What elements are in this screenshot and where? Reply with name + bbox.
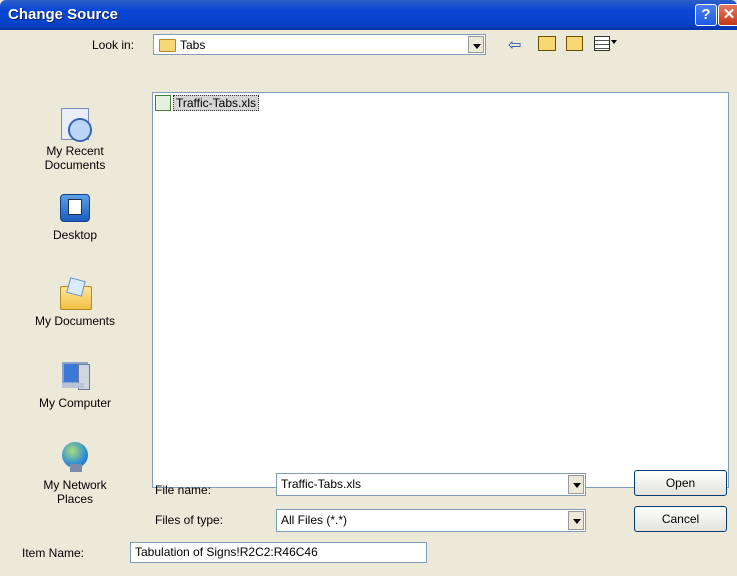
excel-file-icon [155,95,171,111]
chevron-down-icon[interactable] [568,475,584,494]
title-bar: Change Source ? ✕ [0,0,737,30]
close-button[interactable]: ✕ [718,4,737,26]
place-my-documents[interactable]: My Documents [5,276,145,328]
desktop-icon [58,190,92,224]
place-label: My Documents [34,314,116,328]
chevron-down-icon[interactable] [611,40,617,44]
chevron-down-icon[interactable] [468,36,484,53]
up-folder-icon[interactable] [538,36,556,51]
place-label: My Computer [38,396,112,410]
new-folder-icon[interactable] [566,36,583,51]
window-title: Change Source [8,6,119,23]
file-item[interactable]: Traffic-Tabs.xls [155,95,260,111]
item-name-field[interactable]: Tabulation of Signs!R2C2:R46C46 [130,542,427,563]
file-list[interactable]: Traffic-Tabs.xls [152,92,729,488]
files-of-type-value: All Files (*.*) [281,513,348,527]
file-name-label: File name: [155,483,212,497]
dialog-body: Look in: Tabs ⇦ My Recent Documents Desk… [0,30,737,576]
file-name: Traffic-Tabs.xls [173,95,260,111]
help-button[interactable]: ? [695,4,717,26]
folder-icon [159,39,176,52]
views-icon[interactable] [594,36,610,51]
look-in-value: Tabs [180,38,206,52]
open-button[interactable]: Open [634,470,727,496]
look-in-label: Look in: [92,38,135,52]
look-in-combo[interactable]: Tabs [153,34,486,55]
recent-documents-icon [58,106,92,142]
place-label: My Network Places [43,478,107,506]
files-of-type-label: Files of type: [155,513,224,527]
places-bar: My Recent Documents Desktop My Documents… [5,66,145,506]
item-name-label: Item Name: [22,546,85,560]
file-name-value: Traffic-Tabs.xls [281,477,362,491]
place-desktop[interactable]: Desktop [5,190,145,242]
back-icon[interactable]: ⇦ [508,35,521,55]
network-globe-icon [58,440,92,474]
chevron-down-icon[interactable] [568,511,584,530]
place-my-recent-documents[interactable]: My Recent Documents [5,106,145,172]
place-label: Desktop [52,228,98,242]
files-of-type-combo[interactable]: All Files (*.*) [276,509,586,532]
place-my-network-places[interactable]: My Network Places [5,440,145,506]
folder-icon [58,276,92,310]
cancel-button[interactable]: Cancel [634,506,727,532]
file-name-combo[interactable]: Traffic-Tabs.xls [276,473,586,496]
place-my-computer[interactable]: My Computer [5,358,145,410]
place-label: My Recent Documents [44,144,106,172]
computer-icon [58,358,92,392]
